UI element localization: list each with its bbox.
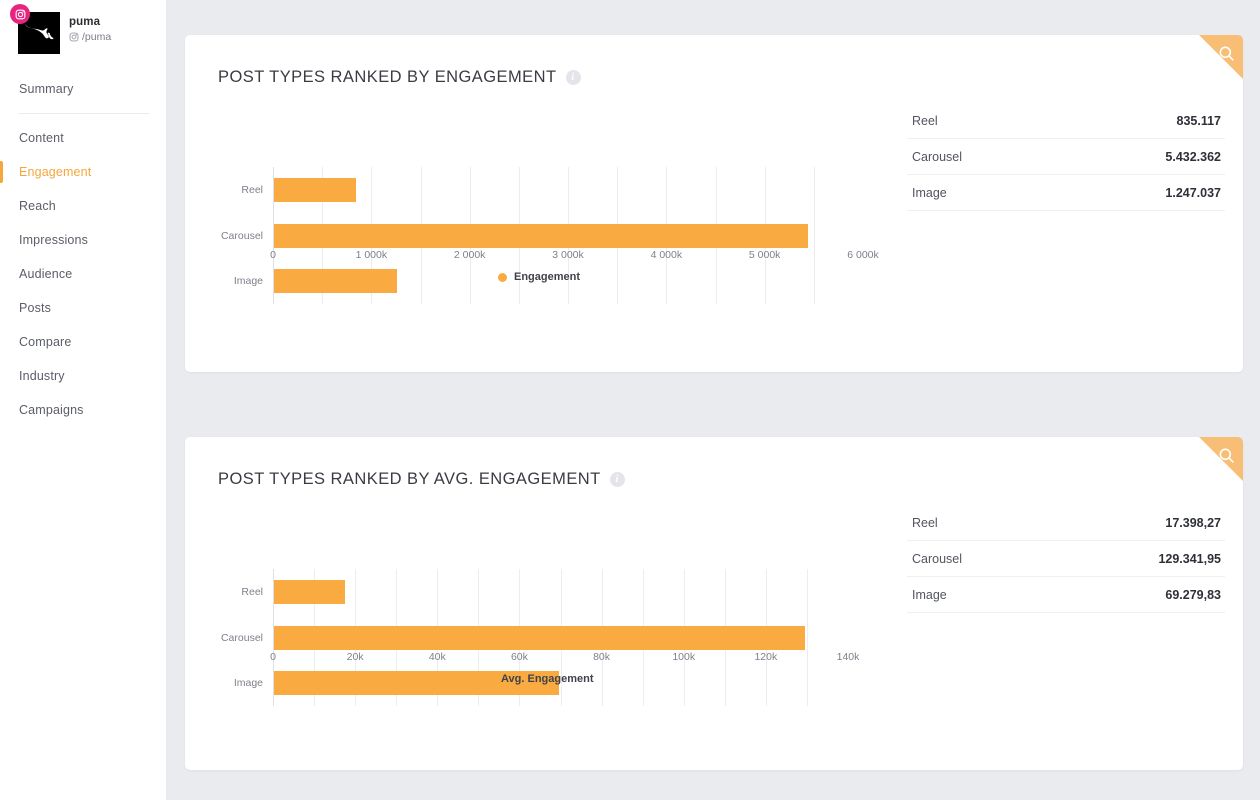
chart-x-label: 100k — [672, 651, 696, 663]
chart-x-label: 80k — [593, 651, 611, 663]
chart-bar[interactable] — [274, 177, 357, 202]
sidebar-item-compare[interactable]: Compare — [0, 325, 166, 359]
chart-y-label: Image — [233, 275, 263, 288]
table-cell-name: Image — [912, 185, 947, 200]
table-cell-value: 129.341,95 — [1158, 551, 1221, 566]
table-cell-value: 835.117 — [1176, 113, 1222, 128]
sidebar-item-audience[interactable]: Audience — [0, 257, 166, 291]
chart-x-label: 120k — [754, 651, 778, 663]
card-post-types-engagement: POST TYPES RANKED BY ENGAGEMENT i Reel Ca… — [185, 35, 1243, 372]
table-row[interactable]: Image 69.279,83 — [907, 577, 1225, 613]
chart-bar[interactable] — [274, 223, 809, 248]
card-title-text: POST TYPES RANKED BY ENGAGEMENT — [218, 68, 557, 86]
profile-name: puma — [69, 16, 101, 28]
card-body: Reel Carousel Image 0 20k 40k 60k 80k 100k 120k 14… — [185, 489, 1243, 770]
info-icon[interactable]: i — [609, 472, 625, 487]
table-cell-name: Reel — [912, 515, 938, 530]
sidebar-item-impressions[interactable]: Impressions — [0, 223, 166, 257]
profile-handle: /puma — [69, 30, 111, 44]
chart-x-label: 0 — [270, 651, 276, 663]
profile-handle-text: /puma — [82, 31, 112, 43]
sidebar-item-summary[interactable]: Summary — [0, 72, 166, 106]
chart-x-label: 3 000k — [552, 249, 584, 261]
legend-color-dot — [485, 674, 494, 684]
table-avg-engagement: Reel 17.398,27 Carousel 129.341,95 Image 69.2… — [907, 505, 1225, 613]
table-cell-name: Carousel — [912, 551, 963, 566]
sidebar-item-content[interactable]: Content — [0, 121, 166, 155]
sidebar-item-engagement[interactable]: Engagement — [0, 155, 166, 189]
chart-avg-engagement: Reel Carousel Image 0 20k 40k 60k 80k 100k 120k 14… — [185, 489, 878, 770]
magnifier-icon[interactable] — [1217, 44, 1236, 63]
chart-x-label: 0 — [270, 249, 276, 261]
instagram-icon — [69, 32, 79, 42]
sidebar-item-reach[interactable]: Reach — [0, 189, 166, 223]
magnifier-icon[interactable] — [1217, 446, 1236, 465]
legend-label: Avg. Engagement — [501, 673, 594, 685]
chart-gridline — [806, 569, 808, 706]
chart-engagement: Reel Carousel Image 0 1 000k 2 000k 3 000k 4 00… — [185, 87, 893, 372]
table-row[interactable]: Reel 835.117 — [907, 103, 1225, 139]
chart-y-label: Image — [233, 677, 263, 690]
info-icon[interactable]: i — [565, 70, 581, 85]
page-title: POST TYPES RANKED BY AVG. ENGAGEMENT i — [185, 437, 1243, 489]
table-cell-value: 17.398,27 — [1165, 515, 1221, 530]
table-cell-name: Carousel — [912, 149, 963, 164]
chart-x-label: 2 000k — [453, 249, 486, 261]
table-cell-value: 69.279,83 — [1165, 587, 1221, 602]
card-post-types-avg-engagement: POST TYPES RANKED BY AVG. ENGAGEMENT i R… — [185, 437, 1243, 770]
chart-x-label: 140k — [836, 651, 860, 663]
sidebar: puma /puma Summary Content Engagement Re… — [0, 0, 167, 800]
table-cell-name: Image — [912, 587, 947, 602]
table-cell-name: Reel — [912, 113, 938, 128]
page-title: POST TYPES RANKED BY ENGAGEMENT i — [185, 35, 1243, 87]
table-cell-value: 1.247.037 — [1165, 185, 1221, 200]
sidebar-item-campaigns[interactable]: Campaigns — [0, 393, 166, 427]
chart-x-label: 1 000k — [355, 249, 388, 261]
legend-color-dot — [498, 272, 507, 282]
chart-x-label: 4 000k — [650, 249, 683, 261]
chart-x-label: 6 000k — [847, 249, 879, 261]
chart-legend[interactable]: Engagement — [498, 271, 580, 283]
instagram-badge-icon — [10, 4, 30, 24]
table-row[interactable]: Reel 17.398,27 — [907, 505, 1225, 541]
card-body: Reel Carousel Image 0 1 000k 2 000k 3 000k 4 00… — [185, 87, 1243, 372]
chart-y-label: Reel — [241, 183, 263, 196]
table-row[interactable]: Carousel 129.341,95 — [907, 541, 1225, 577]
sidebar-item-posts[interactable]: Posts — [0, 291, 166, 325]
chart-bar[interactable] — [274, 579, 346, 604]
table-engagement: Reel 835.117 Carousel 5.432.362 Image 1.247.0… — [907, 103, 1225, 211]
chart-x-label: 5 000k — [748, 249, 781, 261]
chart-bar[interactable] — [274, 625, 806, 650]
chart-x-label: 20k — [346, 651, 364, 663]
card-title-text: POST TYPES RANKED BY AVG. ENGAGEMENT — [218, 470, 601, 488]
table-cell-value: 5.432.362 — [1165, 149, 1221, 164]
app-root: puma /puma Summary Content Engagement Re… — [0, 0, 1260, 800]
chart-x-label: 60k — [510, 651, 528, 663]
chart-y-label: Reel — [241, 585, 263, 598]
profile-text: puma /puma — [69, 12, 111, 44]
chart-y-label: Carousel — [220, 229, 263, 242]
avatar — [10, 4, 60, 54]
main-content: POST TYPES RANKED BY ENGAGEMENT i Reel Ca… — [167, 0, 1260, 800]
chart-canvas[interactable]: Reel Carousel Image 0 1 000k 2 000k 3 000k 4 00… — [213, 99, 893, 372]
table-row[interactable]: Carousel 5.432.362 — [907, 139, 1225, 175]
chart-bar[interactable] — [274, 269, 397, 294]
chart-x-label: 40k — [428, 651, 446, 663]
chart-y-label: Carousel — [220, 631, 263, 644]
sidebar-item-industry[interactable]: Industry — [0, 359, 166, 393]
profile-header[interactable]: puma /puma — [0, 0, 166, 54]
chart-legend[interactable]: Avg. Engagement — [485, 673, 594, 685]
sidebar-divider — [18, 113, 149, 114]
sidebar-nav: Summary Content Engagement Reach Impress… — [0, 72, 166, 427]
chart-canvas[interactable]: Reel Carousel Image 0 20k 40k 60k 80k 100k 120k 14… — [213, 501, 878, 770]
chart-gridline — [813, 167, 815, 304]
legend-label: Engagement — [514, 271, 581, 283]
table-row[interactable]: Image 1.247.037 — [907, 175, 1225, 211]
